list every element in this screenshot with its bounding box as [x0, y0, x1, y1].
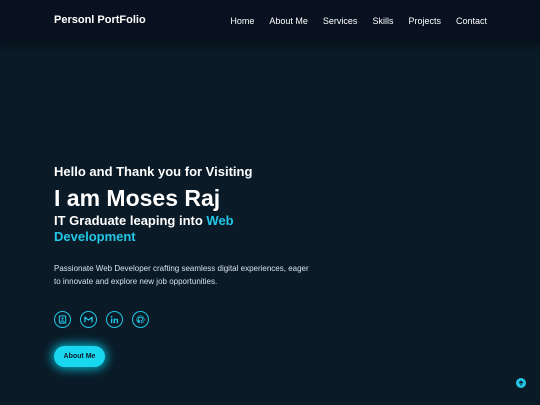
resume-icon [58, 315, 67, 324]
github-icon [136, 315, 145, 324]
gmail-icon [84, 316, 93, 323]
github-link[interactable] [132, 311, 149, 328]
linkedin-link[interactable] [106, 311, 123, 328]
navbar: Personl PortFolio Home About Me Services… [0, 0, 540, 42]
hero-greeting: Hello and Thank you for Visiting [54, 164, 253, 179]
social-links [54, 311, 354, 328]
nav-contact[interactable]: Contact [456, 16, 487, 26]
hero-name: I am Moses Raj [54, 185, 221, 211]
nav-projects[interactable]: Projects [408, 16, 441, 26]
nav-services[interactable]: Services [323, 16, 358, 26]
gmail-link[interactable] [80, 311, 97, 328]
hero-description: Passionate Web Developer crafting seamle… [54, 264, 309, 286]
nav-links: Home About Me Services Skills Projects C… [230, 16, 487, 26]
nav-about[interactable]: About Me [269, 16, 308, 26]
linkedin-icon [110, 315, 119, 324]
brand-logo[interactable]: Personl PortFolio [54, 14, 146, 26]
hero-role: IT Graduate leaping into Web Development [54, 213, 284, 245]
nav-skills[interactable]: Skills [372, 16, 393, 26]
arrow-up-icon [518, 380, 524, 386]
about-me-button[interactable]: About Me [54, 346, 105, 367]
scroll-to-top-button[interactable] [516, 378, 526, 388]
hero-section: Hello and Thank you for Visiting I am Mo… [54, 163, 354, 367]
resume-link[interactable] [54, 311, 71, 328]
nav-home[interactable]: Home [230, 16, 254, 26]
hero-role-prefix: IT Graduate leaping into [54, 213, 207, 228]
